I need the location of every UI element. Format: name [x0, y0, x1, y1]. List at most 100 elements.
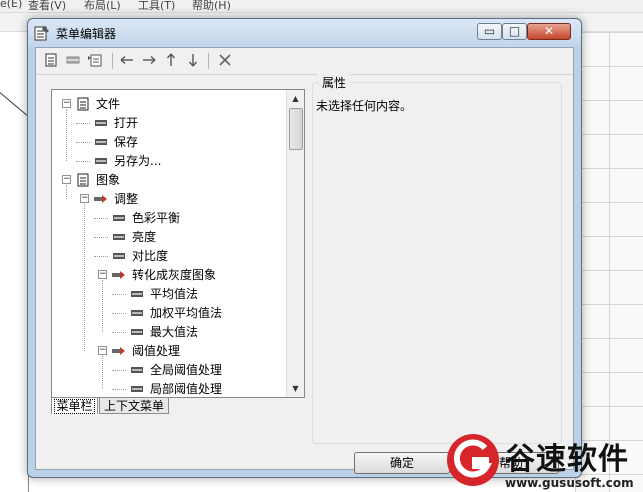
tree-node-menu[interactable]: − 图象 — [62, 171, 272, 190]
tree-node-item[interactable]: 加权平均值法 — [112, 304, 272, 323]
new-menu-button[interactable] — [42, 52, 60, 70]
new-item-button[interactable] — [64, 52, 82, 70]
menu-item-icon — [95, 158, 107, 164]
move-up-button[interactable] — [162, 52, 180, 70]
tree-node-item[interactable]: 打开 — [76, 114, 272, 133]
menu-item-icon — [95, 120, 107, 126]
tree-connector — [76, 142, 90, 143]
collapse-toggle-icon[interactable]: − — [80, 194, 89, 203]
tree-connector — [112, 294, 126, 295]
tree-node-label: 亮度 — [132, 230, 157, 244]
bg-menu-edit[interactable]: e(E) — [0, 0, 22, 10]
menu-item-icon — [131, 291, 143, 297]
menu-item-icon — [113, 253, 125, 259]
tree-connector — [94, 256, 108, 257]
tree-connector — [76, 123, 90, 124]
bg-menu-layout[interactable]: 布局(L) — [84, 0, 121, 13]
tree-node-label: 转化成灰度图象 — [132, 268, 217, 282]
delete-button[interactable] — [216, 52, 234, 70]
tree-guide-line — [66, 185, 67, 199]
collapse-toggle-icon[interactable]: − — [62, 99, 71, 108]
new-submenu-icon — [88, 54, 102, 67]
tree-node-item[interactable]: 亮度 — [94, 228, 272, 247]
tree-node-label: 局部阈值处理 — [150, 382, 223, 396]
tree-node-item[interactable]: 平均值法 — [112, 285, 272, 304]
tree-connector — [76, 161, 90, 162]
tree-connector — [112, 370, 126, 371]
menu-item-icon — [113, 215, 125, 221]
editor-toolbar — [36, 48, 573, 75]
tree-node-label: 最大值法 — [150, 325, 199, 339]
close-icon: ✕ — [543, 24, 555, 38]
dialog-titlebar[interactable]: 菜单编辑器 ▭ □ ✕ — [28, 19, 581, 47]
gususoft-logo-icon — [447, 434, 499, 486]
tree-node-label: 调整 — [114, 192, 139, 206]
bg-menu-tools[interactable]: 工具(T) — [138, 0, 175, 13]
maximize-button[interactable]: □ — [502, 23, 527, 40]
move-down-button[interactable] — [184, 52, 202, 70]
delete-icon — [219, 54, 231, 66]
tree-guide-line — [66, 109, 67, 161]
tree-node-item[interactable]: 全局阈值处理 — [112, 361, 272, 380]
tree-node-item[interactable]: 对比度 — [94, 247, 272, 266]
tree-vertical-scrollbar[interactable]: ▲ ▼ — [286, 90, 304, 397]
tree-node-item[interactable]: 最大值法 — [112, 323, 272, 342]
tree-node-label: 色彩平衡 — [132, 211, 181, 225]
collapse-toggle-icon[interactable]: − — [98, 346, 107, 355]
tree-connector — [112, 313, 126, 314]
arrow-down-icon — [188, 54, 198, 67]
tree-node-label: 阈值处理 — [132, 344, 181, 358]
tree-node-label: 打开 — [114, 116, 139, 130]
minimize-button[interactable]: ▭ — [477, 23, 502, 40]
tree-node-submenu[interactable]: − 阈值处理 — [98, 342, 272, 361]
menu-tree[interactable]: − 文件 打开 保存 另存为... − 图象 − 调整 色彩平衡 亮度 对比度 − 转化成灰度图象 平均值法… — [51, 89, 305, 398]
tree-node-menu[interactable]: − 文件 — [62, 95, 272, 114]
tree-node-item[interactable]: 色彩平衡 — [94, 209, 272, 228]
tree-node-label: 保存 — [114, 135, 139, 149]
tab-menubar-label: 菜单栏 — [54, 399, 95, 414]
menu-item-icon — [113, 234, 125, 240]
tree-node-item[interactable]: 局部阈值处理 — [112, 380, 272, 397]
arrow-up-icon — [166, 53, 176, 66]
new-item-icon — [66, 56, 80, 64]
tree-node-label: 另存为... — [114, 154, 162, 168]
tab-context-menu-label: 上下文菜单 — [103, 399, 164, 413]
watermark-brand: 谷速软件 — [505, 442, 629, 477]
tab-menubar[interactable]: 菜单栏 — [51, 397, 98, 414]
tree-connector — [112, 332, 126, 333]
close-button[interactable]: ✕ — [527, 23, 571, 40]
tree-guide-line — [102, 280, 103, 332]
bg-menu-view[interactable]: 查看(V) — [28, 0, 66, 13]
properties-title: 属性 — [318, 74, 351, 91]
menu-item-icon — [131, 386, 143, 392]
arrow-left-icon — [120, 55, 133, 65]
background-canvas-left — [0, 32, 31, 492]
bg-menu-help[interactable]: 帮助(H) — [192, 0, 231, 13]
scroll-down-arrow-icon[interactable]: ▼ — [287, 380, 304, 397]
new-submenu-button[interactable] — [86, 52, 104, 70]
collapse-toggle-icon[interactable]: − — [62, 175, 71, 184]
tree-node-submenu[interactable]: − 调整 — [80, 190, 272, 209]
move-right-button[interactable] — [140, 52, 158, 70]
tree-node-submenu[interactable]: − 转化成灰度图象 — [98, 266, 272, 285]
watermark-url: www.gususoft.com — [505, 476, 634, 490]
tree-guide-line — [84, 204, 85, 351]
background-menubar: e(E) 查看(V) 布局(L) 工具(T) 帮助(H) — [0, 0, 643, 13]
scroll-thumb[interactable] — [289, 108, 303, 150]
submenu-arrow-icon — [112, 347, 125, 355]
dialog-title: 菜单编辑器 — [56, 27, 117, 41]
maximize-icon: □ — [508, 24, 521, 38]
minimize-icon: ▭ — [483, 24, 496, 38]
tree-node-item[interactable]: 另存为... — [76, 152, 272, 171]
tree-node-label: 图象 — [96, 173, 121, 187]
collapse-toggle-icon[interactable]: − — [98, 270, 107, 279]
tree-node-item[interactable]: 保存 — [76, 133, 272, 152]
tree-guide-line — [102, 356, 103, 389]
tree-connector — [94, 237, 108, 238]
arrow-right-icon — [143, 55, 156, 65]
move-left-button[interactable] — [118, 52, 136, 70]
tab-context-menu[interactable]: 上下文菜单 — [99, 397, 169, 414]
scroll-up-arrow-icon[interactable]: ▲ — [287, 90, 304, 107]
new-menu-icon — [45, 53, 57, 67]
ok-button[interactable]: 确定 — [354, 452, 450, 474]
